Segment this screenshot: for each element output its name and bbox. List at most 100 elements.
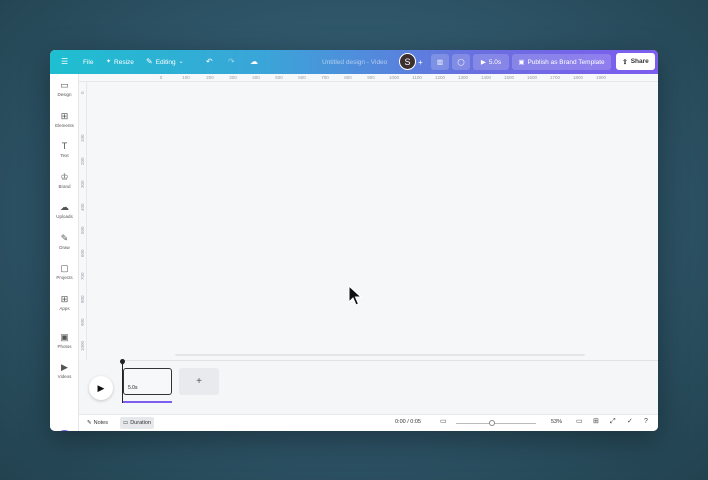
sidebar-item-elements[interactable]: ⊞ Elements xyxy=(50,107,79,133)
undo-icon: ↶ xyxy=(206,57,213,66)
ruler-tick: 1600 xyxy=(526,75,538,80)
avatar[interactable]: S xyxy=(399,53,416,70)
zoom-slider-track[interactable] xyxy=(456,423,536,424)
ruler-tick: 500 xyxy=(275,75,283,80)
ruler-tick: 900 xyxy=(80,318,85,326)
top-toolbar: ☰ File ✦ Resize ✎ Editing ⌄ ↶ ↷ ☁ Untitled … xyxy=(50,50,658,74)
sidebar-item-label: Design xyxy=(57,92,72,97)
template-icon: ▣ xyxy=(518,59,525,66)
sidebar-item-label: Videos xyxy=(57,374,72,379)
timeline-play-button[interactable]: ▶ xyxy=(89,376,113,400)
sidebar-item-design[interactable]: ▭ Design xyxy=(50,76,79,102)
vertical-ruler: 0 100 200 300 400 500 600 700 800 900 10… xyxy=(79,82,87,360)
brand-icon: ♔ xyxy=(60,172,69,182)
sidebar-item-label: Brand xyxy=(58,184,71,189)
ruler-tick: 500 xyxy=(80,226,85,234)
pencil-icon: ✎ xyxy=(146,57,153,66)
zoom-slider-knob[interactable] xyxy=(489,420,495,426)
screen-icon[interactable]: ▭ xyxy=(440,418,447,425)
mouse-cursor-icon xyxy=(348,285,362,306)
resize-button[interactable]: ✦ Resize xyxy=(106,50,134,74)
sidebar-item-label: Projects xyxy=(56,275,73,280)
play-icon: ▶ xyxy=(97,382,105,393)
ruler-tick: 1100 xyxy=(412,75,422,80)
ruler-tick: 1400 xyxy=(480,75,492,80)
check-circle-icon[interactable]: ✓ xyxy=(627,418,633,425)
file-menu[interactable]: File xyxy=(83,50,93,74)
sidebar-item-text[interactable]: T Text xyxy=(50,137,79,163)
editing-label: Editing xyxy=(155,58,176,66)
add-page-button[interactable]: + xyxy=(179,368,219,395)
ruler-tick: 800 xyxy=(80,295,85,303)
insights-button[interactable]: ▥ xyxy=(431,54,449,70)
ruler-tick: 800 xyxy=(344,75,352,80)
cloud-save-button[interactable]: ☁ xyxy=(250,50,258,74)
comment-icon: ◯ xyxy=(457,59,465,66)
ruler-tick: 700 xyxy=(80,272,85,280)
add-collaborator-button[interactable]: + xyxy=(418,50,423,74)
text-icon: T xyxy=(61,141,68,151)
ruler-tick: 100 xyxy=(80,134,85,142)
ruler-tick: 0 xyxy=(159,75,163,80)
sidebar-item-uploads[interactable]: ☁ Uploads xyxy=(50,198,79,224)
sidebar-item-videos[interactable]: ▶ Videos xyxy=(50,358,79,384)
ruler-tick: 300 xyxy=(80,180,85,188)
apps-icon: ⊞ xyxy=(60,294,69,304)
editor-window: ☰ File ✦ Resize ✎ Editing ⌄ ↶ ↷ ☁ Untitled … xyxy=(50,50,658,431)
ruler-tick: 600 xyxy=(298,75,306,80)
sidebar-item-apps[interactable]: ⊞ Apps xyxy=(50,290,79,316)
zoom-percent[interactable]: 53% xyxy=(551,419,562,425)
cloud-check-icon: ☁ xyxy=(250,57,258,66)
design-canvas[interactable] xyxy=(87,82,658,360)
time-readout: 0:00 / 0:05 xyxy=(395,419,421,425)
timeline-page-clip[interactable]: 5.0s xyxy=(123,368,172,395)
share-button[interactable]: ⇪ Share xyxy=(616,53,655,70)
notes-button[interactable]: ✎ Notes xyxy=(84,417,111,429)
publish-label: Publish as Brand Template xyxy=(527,58,605,66)
play-duration-label: 5.0s xyxy=(488,58,502,66)
share-label: Share xyxy=(630,58,649,65)
help-icon[interactable]: ? xyxy=(644,418,648,425)
sidebar-item-label: Apps xyxy=(59,306,70,311)
sidebar-item-projects[interactable]: ▢ Projects xyxy=(50,259,79,285)
notes-label: Notes xyxy=(93,420,108,426)
publish-template-button[interactable]: ▣ Publish as Brand Template xyxy=(512,54,611,70)
ruler-tick: 1000 xyxy=(80,340,85,351)
elements-icon: ⊞ xyxy=(60,111,69,121)
redo-button[interactable]: ↷ xyxy=(228,50,235,74)
clip-duration: 5.0s xyxy=(128,385,138,391)
editing-dropdown[interactable]: ✎ Editing ⌄ xyxy=(146,50,184,74)
fullscreen-icon[interactable]: ⤢ xyxy=(610,418,616,425)
ruler-tick: 1500 xyxy=(503,75,515,80)
canvas-horizontal-scrollbar[interactable] xyxy=(175,354,585,356)
ruler-tick: 900 xyxy=(367,75,375,80)
bottom-bar: ✎ Notes ▭ Duration ▭ 0:00 / 0:05 53% ▭ ⊞ ⤢… xyxy=(79,414,658,431)
menu-button[interactable]: ☰ xyxy=(61,50,68,74)
sidebar-item-draw[interactable]: ✎ Draw xyxy=(50,229,79,255)
undo-button[interactable]: ↶ xyxy=(206,50,213,74)
sidebar-item-brand[interactable]: ♔ Brand xyxy=(50,168,79,194)
video-icon: ▶ xyxy=(61,362,68,372)
duration-button[interactable]: ▭ Duration xyxy=(120,417,154,429)
ruler-tick: 1900 xyxy=(595,75,607,80)
document-title[interactable]: Untitled design - Video xyxy=(322,50,387,74)
film-icon: ▭ xyxy=(123,420,129,426)
page-view-icon[interactable]: ▭ xyxy=(576,418,583,425)
sidebar-item-photos[interactable]: ▣ Photos xyxy=(50,328,79,354)
play-duration-button[interactable]: ▶ 5.0s xyxy=(473,54,509,70)
upload-icon: ☁ xyxy=(60,202,69,212)
draw-icon: ✎ xyxy=(60,233,69,243)
magic-assistant-button[interactable]: ✦ xyxy=(56,430,73,431)
comments-button[interactable]: ◯ xyxy=(452,54,470,70)
ruler-tick: 400 xyxy=(80,203,85,211)
left-sidebar: ▭ Design ⊞ Elements T Text ♔ Brand ☁ Uploads … xyxy=(50,74,79,431)
photo-icon: ▣ xyxy=(60,332,69,342)
ruler-tick: 100 xyxy=(182,75,190,80)
ruler-tick: 200 xyxy=(206,75,214,80)
bar-chart-icon: ▥ xyxy=(436,59,444,66)
ruler-tick: 200 xyxy=(80,157,85,165)
sidebar-item-label: Uploads xyxy=(56,214,73,219)
grid-view-icon[interactable]: ⊞ xyxy=(593,418,599,425)
hamburger-icon: ☰ xyxy=(61,57,69,66)
sidebar-item-label: Draw xyxy=(59,245,70,250)
